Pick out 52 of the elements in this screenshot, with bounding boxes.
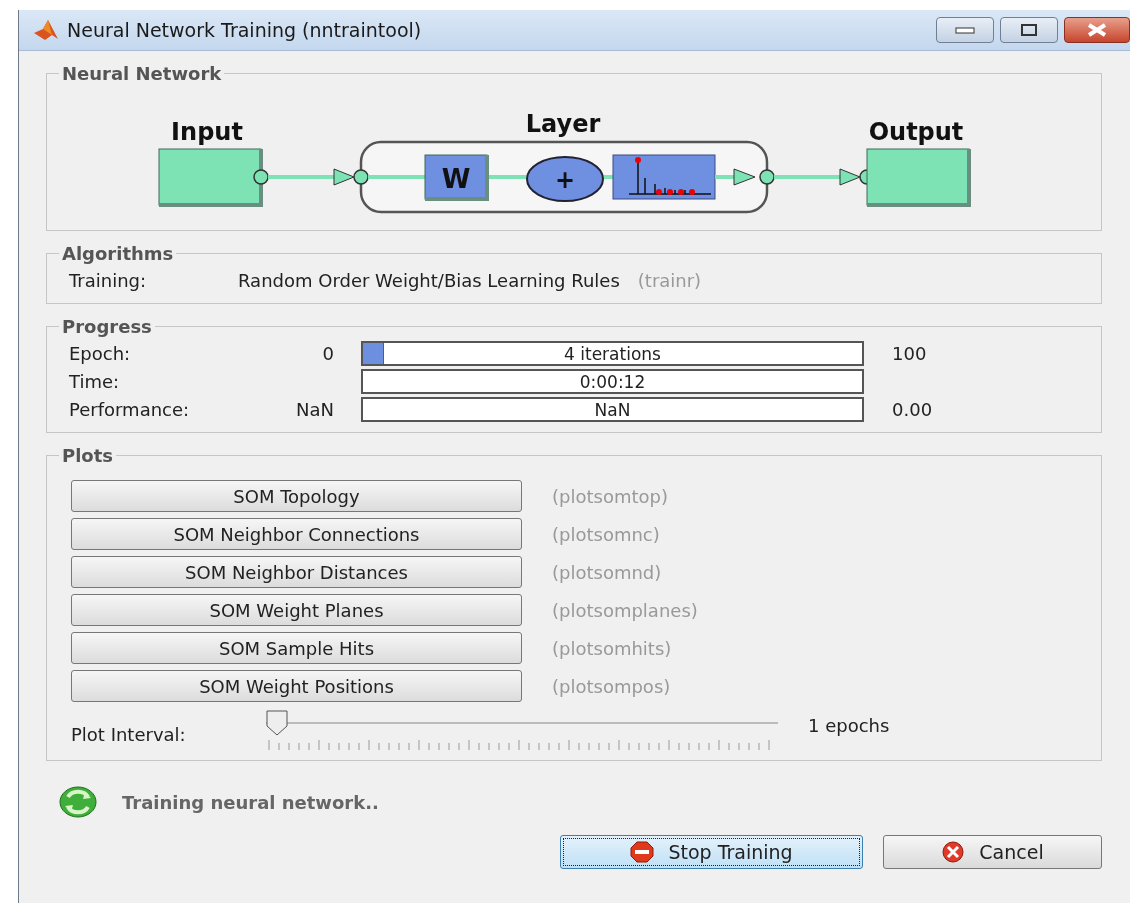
interval-slider[interactable] (266, 710, 778, 750)
slider-thumb[interactable] (266, 710, 288, 736)
app-icon (33, 19, 59, 41)
weight-symbol: W (441, 164, 471, 194)
layer-label: Layer (525, 110, 601, 138)
stop-icon (630, 841, 655, 863)
output-label: Output (868, 118, 964, 146)
plot-button[interactable]: SOM Weight Positions (71, 670, 522, 702)
cancel-button[interactable]: Cancel (883, 835, 1102, 869)
panel-title: Neural Network (61, 63, 223, 84)
interval-value: 1 epochs (808, 714, 890, 736)
panel-title: Plots (61, 445, 115, 466)
end-value: 0.00 (892, 399, 933, 420)
panel-title: Progress (61, 316, 153, 337)
close-button[interactable] (1064, 17, 1130, 43)
stop-training-button[interactable]: Stop Training (560, 835, 863, 869)
recycle-icon (58, 785, 98, 819)
status-message: Training neural network.. (122, 791, 379, 813)
close-icon (1086, 23, 1108, 37)
function-name: (trainr) (637, 270, 702, 291)
field-label: Training: (69, 270, 148, 291)
minimize-icon (955, 25, 975, 35)
function-name: (plotsomhits) (552, 637, 672, 659)
weight-block (424, 154, 489, 201)
plot-button[interactable]: SOM Sample Hits (71, 632, 522, 664)
output-arrow (715, 168, 756, 186)
input-label: Input (171, 118, 243, 146)
cancel-icon (941, 841, 966, 863)
function-name: (plotsomnd) (552, 561, 662, 583)
start-value: 0 (321, 343, 334, 364)
sum-symbol: + (554, 166, 576, 194)
field-label: Plot Interval: (71, 723, 187, 745)
field-label: Performance: (69, 398, 191, 422)
panel-title: Algorithms (61, 243, 175, 264)
end-value: 100 (892, 343, 927, 364)
start-value: NaN (295, 399, 334, 420)
field-label: Time: (69, 370, 121, 394)
algorithm-name: Random Order Weight/Bias Learning Rules (238, 270, 620, 291)
plot-button[interactable]: SOM Topology (71, 480, 522, 512)
maximize-button[interactable] (1000, 17, 1058, 43)
window-title: Neural Network Training (nntraintool) (67, 19, 423, 41)
function-name: (plotsompos) (552, 675, 671, 697)
plot-button[interactable]: SOM Neighbor Connections (71, 518, 522, 550)
minimize-button[interactable] (936, 17, 994, 43)
function-name: (plotsomtop) (552, 485, 668, 507)
function-name: (plotsomnc) (552, 523, 660, 545)
field-label: Epoch: (69, 342, 132, 366)
function-name: (plotsomplanes) (552, 599, 698, 621)
plot-button[interactable]: SOM Neighbor Distances (71, 556, 522, 588)
plot-button[interactable]: SOM Weight Planes (71, 594, 522, 626)
maximize-icon (1021, 24, 1037, 36)
progress-text: 4 iterations (564, 343, 661, 364)
